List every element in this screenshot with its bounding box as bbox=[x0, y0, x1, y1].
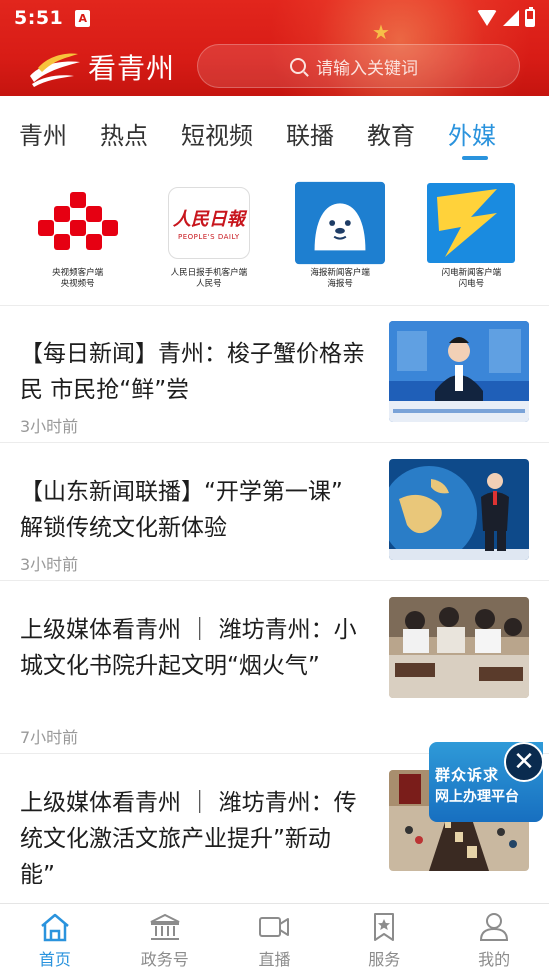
tab-short-video[interactable]: 短视频 bbox=[181, 116, 253, 151]
seal-logo-icon bbox=[295, 180, 386, 266]
peoples-daily-logo-text: 人民日報 bbox=[172, 209, 245, 230]
government-icon bbox=[150, 913, 180, 940]
media-label: 海报新闻客户端 bbox=[310, 268, 370, 278]
tab-external-media[interactable]: 外媒 bbox=[448, 116, 496, 160]
status-time: 5:51 bbox=[14, 7, 64, 29]
news-time: 7小时前 bbox=[20, 728, 79, 747]
notification-app-icon: A bbox=[75, 9, 91, 27]
news-item[interactable]: 【每日新闻】青州：梭子蟹价格亲民 市民抢“鲜”尝 3小时前 bbox=[0, 306, 549, 443]
nav-label: 服务 bbox=[368, 950, 401, 969]
category-tabs: 青州 热点 短视频 联播 教育 外媒 bbox=[0, 96, 549, 170]
media-sub-label: 闪电号 bbox=[458, 279, 485, 289]
search-icon bbox=[290, 58, 306, 74]
signal-icon bbox=[503, 10, 519, 26]
nav-services[interactable]: 服务 bbox=[329, 904, 439, 976]
app-header: ★ 5:51 A 看青州 请输入关键词 bbox=[0, 0, 549, 96]
nav-profile[interactable]: 我的 bbox=[439, 904, 549, 976]
peoples-daily-logo-sub: PEOPLE'S DAILY bbox=[178, 233, 240, 241]
news-thumbnail bbox=[389, 459, 529, 560]
news-item[interactable]: 上级媒体看青州 ｜ 潍坊青州：小城文化书院升起文明“烟火气” 7小时前 bbox=[0, 582, 549, 754]
media-label: 央视频客户端 bbox=[52, 268, 104, 278]
news-title: 【每日新闻】青州：梭子蟹价格亲民 市民抢“鲜”尝 bbox=[20, 341, 365, 403]
ad-line1: 群众诉求 bbox=[435, 766, 500, 784]
media-sub-label: 海报号 bbox=[327, 279, 353, 289]
app-logo: 看青州 bbox=[26, 46, 175, 88]
news-thumbnail bbox=[389, 597, 529, 698]
nav-live[interactable]: 直播 bbox=[220, 904, 330, 976]
cctv-video-logo-icon bbox=[33, 180, 123, 266]
home-icon bbox=[41, 913, 69, 942]
media-accounts-row: 央视频客户端 央视频号 人民日報 PEOPLE'S DAILY 人民日报手机客户… bbox=[0, 180, 549, 304]
media-item-shandian[interactable]: 闪电新闻客户端 闪电号 bbox=[409, 180, 533, 290]
news-item[interactable]: 【山东新闻联播】“开学第一课” 解锁传统文化新体验 3小时前 bbox=[0, 444, 549, 581]
tab-qingzhou[interactable]: 青州 bbox=[19, 116, 67, 151]
tab-hot[interactable]: 热点 bbox=[100, 116, 148, 151]
media-label: 人民日报手机客户端 bbox=[170, 268, 248, 278]
nav-label: 首页 bbox=[38, 950, 71, 969]
battery-icon bbox=[525, 7, 535, 27]
search-bar[interactable]: 请输入关键词 bbox=[197, 44, 520, 88]
nav-home[interactable]: 首页 bbox=[0, 904, 110, 976]
nav-label: 我的 bbox=[478, 950, 511, 969]
media-label: 闪电新闻客户端 bbox=[441, 268, 502, 278]
app-name: 看青州 bbox=[88, 52, 176, 85]
status-bar: 5:51 A bbox=[0, 0, 549, 36]
news-title: 【山东新闻联播】“开学第一课” 解锁传统文化新体验 bbox=[20, 479, 343, 541]
peoples-daily-badge: 人民日報 PEOPLE'S DAILY bbox=[167, 187, 250, 259]
nav-label: 直播 bbox=[258, 950, 291, 969]
search-placeholder: 请输入关键词 bbox=[316, 58, 418, 79]
news-time: 3小时前 bbox=[20, 417, 79, 436]
tab-broadcast[interactable]: 联播 bbox=[286, 116, 334, 151]
news-time: 3小时前 bbox=[20, 555, 79, 574]
media-item-peoples-daily[interactable]: 人民日報 PEOPLE'S DAILY 人民日报手机客户端 人民号 bbox=[147, 180, 271, 290]
wifi-icon bbox=[477, 10, 497, 26]
bottom-navigation: 首页 政务号 直播 服务 我的 bbox=[0, 903, 549, 976]
close-ad-button[interactable]: ✕ bbox=[504, 742, 544, 782]
ad-line2: 网上办理平台 bbox=[435, 789, 519, 805]
bookmark-star-icon bbox=[374, 913, 395, 941]
nav-label: 政务号 bbox=[140, 950, 189, 969]
nav-government[interactable]: 政务号 bbox=[110, 904, 220, 976]
status-indicators bbox=[477, 7, 535, 27]
tab-education[interactable]: 教育 bbox=[367, 116, 415, 151]
lightning-logo-icon bbox=[426, 180, 516, 266]
user-icon bbox=[480, 913, 509, 941]
news-title: 上级媒体看青州 ｜ 潍坊青州：小城文化书院升起文明“烟火气” bbox=[20, 617, 357, 679]
peoples-daily-logo-icon: 人民日報 PEOPLE'S DAILY bbox=[164, 180, 254, 266]
media-item-cctv[interactable]: 央视频客户端 央视频号 bbox=[16, 180, 140, 290]
news-thumbnail bbox=[389, 321, 529, 422]
video-camera-icon bbox=[259, 917, 290, 937]
close-icon: ✕ bbox=[513, 747, 535, 777]
media-sub-label: 人民号 bbox=[196, 279, 222, 289]
news-title: 上级媒体看青州 ｜ 潍坊青州：传统文化激活文旅产业提升”新动能” bbox=[20, 790, 357, 888]
logo-swoosh-icon bbox=[26, 46, 84, 88]
media-sub-label: 央视频号 bbox=[60, 279, 95, 289]
media-item-haibao[interactable]: 海报新闻客户端 海报号 bbox=[278, 180, 402, 290]
